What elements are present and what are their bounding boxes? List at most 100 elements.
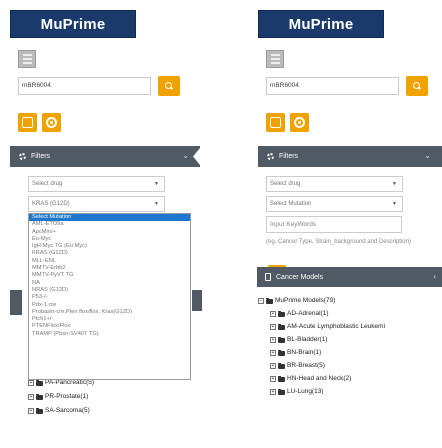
select-drug-value: Select drug [32,181,63,187]
tree-item-label: HN-Head and Neck(2) [287,375,352,382]
search-button[interactable] [158,76,180,96]
dropdown-option[interactable]: KRAS (G12D) [29,250,190,257]
expand-icon[interactable]: + [270,376,276,382]
tree-item-label: BR-Breast(5) [287,362,325,369]
tree-item-label: BN-Brain(1) [287,349,322,356]
expand-icon[interactable]: + [270,337,276,343]
expand-icon[interactable]: + [270,324,276,330]
tree-item-label: AM-Acute Lymphoblastic Leukemi [287,323,386,330]
models-tree: − MuPrime Models(79) + AD-Adrenal(1) + AM-A… [258,296,442,448]
folder-icon [278,388,285,395]
select-mutation[interactable]: KRAS (G12D) ▼ [28,196,165,212]
dropdown-option[interactable]: Eu-Myc [29,236,190,243]
folder-icon [278,336,285,343]
tree-item[interactable]: + BL-Bladder(1) [270,335,327,345]
dropdown-option[interactable]: Probasin-cre,Pten flox/flox, Kras(G12D) [29,309,190,316]
filters-header[interactable]: Filters ⌄ [10,146,200,167]
target-button[interactable] [290,113,309,132]
menu-toggle-button[interactable] [266,50,284,68]
expand-icon[interactable]: + [28,380,34,386]
target-button[interactable] [42,113,61,132]
select-drug[interactable]: Select drug ▼ [28,176,165,192]
select-mutation-value: Select Mutation [270,201,312,207]
expand-icon[interactable]: + [28,408,34,414]
expand-icon[interactable]: + [270,363,276,369]
dropdown-option[interactable]: MLL-ENL [29,258,190,265]
folder-icon [36,407,43,414]
expand-icon[interactable]: + [270,311,276,317]
book-icon [265,273,271,281]
menu-toggle-button[interactable] [18,50,36,68]
collapse-icon[interactable]: − [258,298,264,304]
chevron-left-icon: ‹ [433,272,436,281]
tree-item[interactable]: + LU-Lung(13) [270,387,324,397]
cancer-models-label: Cancer Models [276,273,324,281]
select-drug[interactable]: Select drug ▼ [266,176,403,192]
cancer-models-header[interactable]: Cancer Models ‹ [257,267,442,287]
chevron-down-icon: ⌄ [182,151,189,160]
expand-icon[interactable]: + [270,389,276,395]
chevron-down-icon: ⌄ [424,151,431,160]
clipboard-icon [22,117,33,128]
folder-icon [278,362,285,369]
clipboard-button[interactable] [18,113,37,132]
target-icon [46,117,57,128]
tree-item[interactable]: + SA-Sarcoma(5) [28,406,90,416]
search-input[interactable]: mBR6004 [266,77,399,95]
dropdown-option[interactable]: Select Mutation [29,214,190,222]
folder-icon [278,323,285,330]
dropdown-option[interactable]: IgH-Myc TG (Eu Myc) [29,243,190,250]
tree-item[interactable]: + HN-Head and Neck(2) [270,374,351,384]
tree-item-label: LU-Lung(13) [287,388,324,395]
dropdown-option[interactable]: TRAMP (Pbsn-SV40T TG) [29,331,190,338]
dropdown-option[interactable]: MMTV-PyVT TG [29,272,190,279]
target-icon [294,117,305,128]
dropdown-arrow-icon: ▼ [392,181,397,187]
clipboard-button[interactable] [266,113,285,132]
gear-icon [19,153,26,160]
app-logo: MuPrime [258,10,384,38]
app-logo: MuPrime [10,10,136,38]
search-input[interactable]: mBR6004 [18,77,151,95]
keywords-input[interactable]: Input KeyWords [266,216,402,233]
folder-icon [278,349,285,356]
tree-item[interactable]: + AM-Acute Lymphoblastic Leukemi [270,322,385,332]
models-tree-partial: + PA-Pancreatic(5) + PR-Prostate(1) + SA-Sa… [28,376,198,448]
search-button[interactable] [406,76,428,96]
dropdown-option[interactable]: NA [29,280,190,287]
folder-icon [36,393,43,400]
dropdown-option[interactable]: ApcMin/+ [29,229,190,236]
folder-icon [278,310,285,317]
clipboard-icon [270,117,281,128]
dropdown-option[interactable]: P53-/- [29,294,190,301]
tree-item[interactable]: + BR-Breast(5) [270,361,325,371]
expand-icon[interactable]: + [270,350,276,356]
select-mutation[interactable]: Select Mutation ▼ [266,196,403,212]
filters-label: Filters [31,153,51,160]
tree-item-label: AD-Adrenal(1) [287,310,329,317]
left-panel: MuPrime mBR6004 Filters ⌄ Select drug ▼ … [0,0,206,448]
dropdown-option[interactable]: NRAS (G12D) [29,287,190,294]
dropdown-option[interactable]: Ptch1+/- [29,316,190,323]
tree-root[interactable]: − MuPrime Models(79) [258,296,335,306]
mutation-dropdown-list[interactable]: Select Mutation AML-ETO9a ApcMin/+ Eu-My… [28,213,191,380]
dropdown-option[interactable]: Pdx-1 cre [29,302,190,309]
tree-root-label: MuPrime Models(79) [275,297,336,304]
dropdown-option[interactable]: AML-ETO9a [29,221,190,228]
tree-item[interactable]: + BN-Brain(1) [270,348,321,358]
expand-icon[interactable]: + [28,394,34,400]
tree-item[interactable]: + PR-Prostate(1) [28,392,88,402]
sidebar-tab-right[interactable] [192,290,202,311]
filters-header[interactable]: Filters ⌄ [258,146,442,167]
select-mutation-value: KRAS (G12D) [32,201,70,207]
search-icon [413,82,421,90]
sidebar-tab[interactable] [10,290,22,315]
dropdown-option[interactable]: PTENFlox/Flox [29,323,190,330]
keywords-hint: (eg. Cancer Type, Strain_background and … [266,239,411,245]
tree-item-label: BL-Bladder(1) [287,336,328,343]
dropdown-option[interactable]: MMTV-Erbb2 [29,265,190,272]
collapse-tab[interactable] [193,148,200,165]
dropdown-arrow-icon: ▼ [154,201,159,207]
tree-item[interactable]: + AD-Adrenal(1) [270,309,329,319]
folder-icon [36,379,43,386]
